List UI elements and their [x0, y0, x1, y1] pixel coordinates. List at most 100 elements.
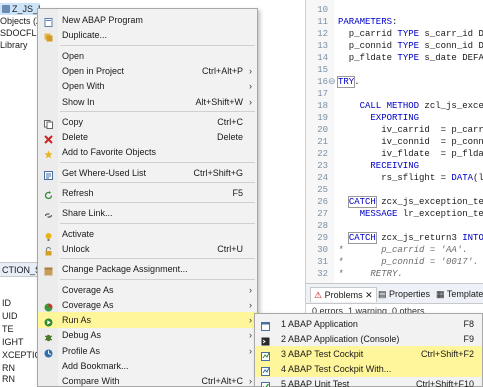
menu-item-coverage-as[interactable]: Coverage As › [38, 282, 257, 298]
code-line[interactable]: 17 [306, 88, 483, 100]
menu-item-open-in-project[interactable]: Open in Project Ctrl+Alt+P › [38, 63, 257, 79]
code-line[interactable]: 30 * p_carrid = 'AA'. [306, 244, 483, 256]
profile-icon [44, 347, 53, 358]
code-line[interactable]: 32 * RETRY. [306, 268, 483, 280]
submenu-arrow-icon: › [249, 299, 252, 310]
menu-item-run-as[interactable]: Run As › [38, 312, 257, 329]
outline-item[interactable]: IGHT [2, 336, 24, 349]
atc-icon [261, 350, 270, 361]
code-line[interactable]: 31 * p_connid = '0017'. [306, 256, 483, 268]
close-icon[interactable]: ✕ [365, 290, 373, 300]
menu-item-coverage-as[interactable]: Coverage As › [38, 297, 257, 313]
submenu-item-label: 4 ABAP Test Cockpit With... [281, 364, 392, 374]
code-line[interactable]: 21 iv_connid = p_conn [306, 136, 483, 148]
menu-item-new-abap-program[interactable]: New ABAP Program [38, 12, 257, 28]
code-text: TRY. [336, 76, 360, 88]
submenu-item-4-abap-test-cockpit-with[interactable]: 4 ABAP Test Cockpit With... [255, 361, 482, 377]
code-text: CATCH zcx_js_exception_te [347, 196, 483, 208]
code-text: * p_carrid = 'AA'. [338, 245, 468, 255]
line-number: 11 [317, 17, 328, 27]
code-line[interactable]: 23 RECEIVING [306, 160, 483, 172]
tree-item-objects[interactable]: Objects (Z_JS... [0, 15, 40, 27]
code-line[interactable]: 15 [306, 64, 483, 76]
code-line[interactable]: 29 CATCH zcx_js_return3 INTO [306, 232, 483, 244]
code-line[interactable]: 27 MESSAGE lr_exception_te [306, 208, 483, 220]
outline-item[interactable]: ID [2, 297, 11, 310]
menu-item-shortcut: Ctrl+Alt+P [201, 65, 243, 76]
outline-tab[interactable]: CTION_SFLI [0, 263, 40, 277]
project-tree: Z_JS_EXCEPTION_SFLIGHT - Program Z_JS_EX… [0, 0, 40, 262]
menu-item-refresh[interactable]: Refresh F5 [38, 185, 257, 201]
submenu-item-2-abap-application-console[interactable]: 2 ABAP Application (Console) F9 [255, 331, 482, 347]
code-text: * p_connid = '0017'. [338, 257, 479, 267]
code-line[interactable]: 22 iv_fldate = p_flda [306, 148, 483, 160]
menu-item-label: Unlock [62, 243, 90, 254]
submenu-item-3-abap-test-cockpit[interactable]: 3 ABAP Test Cockpit Ctrl+Shift+F2 [255, 346, 482, 362]
tree-item-program[interactable]: Z_JS_EXCEPTION_SFLIGHT - Program Z_JS_EX… [0, 3, 40, 15]
outline-item[interactable]: TE [2, 323, 14, 336]
menu-separator [60, 202, 255, 204]
code-line[interactable]: 24 rs_sflight = DATA(l [306, 172, 483, 184]
code-line[interactable]: 28 [306, 220, 483, 232]
code-line[interactable]: 25 [306, 184, 483, 196]
menu-item-compare-with[interactable]: Compare With Ctrl+Alt+C › [38, 373, 257, 387]
console-icon [261, 335, 270, 346]
code-line[interactable]: 20 iv_carrid = p_carr [306, 124, 483, 136]
code-text: rs_sflight = DATA(l [338, 173, 483, 183]
code-line[interactable]: 26 CATCH zcx_js_exception_te [306, 196, 483, 208]
menu-item-show-in[interactable]: Show In Alt+Shift+W › [38, 94, 257, 110]
line-number: 18 [317, 101, 328, 111]
menu-item-label: Profile As [62, 345, 101, 356]
menu-item-activate[interactable]: Activate [38, 226, 257, 242]
menu-item-get-where-used-list[interactable]: Get Where-Used List Ctrl+Shift+G [38, 165, 257, 181]
tree-item-sdocflfn[interactable]: SDOCFLFN [0, 27, 40, 39]
tab-templates[interactable]: ▦ Template [436, 287, 483, 302]
line-number: 16 [317, 77, 328, 87]
submenu-item-5-abap-unit-test[interactable]: 5 ABAP Unit Test Ctrl+Shift+F10 [255, 376, 482, 387]
submenu-item-label: 5 ABAP Unit Test [281, 379, 350, 387]
menu-item-add-to-favorite-objects[interactable]: Add to Favorite Objects [38, 144, 257, 160]
delete-icon [44, 133, 53, 144]
outline-item[interactable]: RN [2, 373, 15, 386]
tab-problems[interactable]: ⚠ Problems ✕ [310, 287, 377, 302]
menu-item-duplicate[interactable]: Duplicate... [38, 27, 257, 43]
menu-item-shortcut: Alt+Shift+W [195, 96, 243, 107]
code-line[interactable]: 10 [306, 4, 483, 16]
menu-item-shortcut: Ctrl+Alt+C [201, 376, 243, 387]
code-line[interactable]: 12 p_carrid TYPE s_carr_id D [306, 28, 483, 40]
code-line[interactable]: 16 ⊖ TRY. [306, 76, 483, 88]
outline-item[interactable]: UID [2, 310, 18, 323]
menu-item-debug-as[interactable]: Debug As › [38, 327, 257, 343]
menu-item-profile-as[interactable]: Profile As › [38, 343, 257, 359]
menu-item-open-with[interactable]: Open With › [38, 78, 257, 94]
menu-item-open[interactable]: Open [38, 48, 257, 64]
menu-item-shortcut: Delete [216, 132, 243, 143]
line-number: 10 [317, 5, 328, 15]
menu-item-share-link[interactable]: Share Link... [38, 205, 257, 221]
code-line[interactable]: 13 p_connid TYPE s_conn_id D [306, 40, 483, 52]
code-line[interactable]: 11 PARAMETERS: [306, 16, 483, 28]
tree-item-library[interactable]: Library [0, 39, 28, 51]
menu-item-copy[interactable]: Copy Ctrl+C [38, 114, 257, 130]
submenu-item-shortcut: F9 [463, 334, 474, 344]
context-menu: New ABAP Program Duplicate... Open Open in … [37, 8, 258, 387]
code-editor[interactable]: 10 11 PARAMETERS: 12 p_carrid TYPE s_carr_i… [305, 0, 483, 283]
menu-item-unlock[interactable]: Unlock Ctrl+U [38, 241, 257, 257]
menu-item-delete[interactable]: Delete Delete [38, 129, 257, 145]
code-line[interactable]: 14 p_fldate TYPE s_date DEFA [306, 52, 483, 64]
menu-item-shortcut: F5 [232, 188, 243, 198]
problems-icon: ⚠ [314, 290, 323, 300]
outline-item[interactable]: XCEPTION_TEST [2, 349, 40, 362]
code-text: p_connid TYPE s_conn_id D [338, 41, 483, 51]
menu-item-add-bookmark[interactable]: Add Bookmark... [38, 358, 257, 374]
menu-item-label: Open in Project [62, 65, 125, 76]
submenu-item-1-abap-application[interactable]: 1 ABAP Application F8 [255, 316, 482, 332]
menu-item-label: Run As [62, 315, 92, 326]
tab-properties[interactable]: ▤ Properties [378, 287, 430, 302]
code-text: iv_carrid = p_carr [338, 125, 483, 135]
code-line[interactable]: 18 CALL METHOD zcl_js_exce [306, 100, 483, 112]
code-line[interactable]: 19 EXPORTING [306, 112, 483, 124]
menu-item-change-package-assignment[interactable]: Change Package Assignment... [38, 261, 257, 277]
menu-item-label: Copy [62, 116, 84, 127]
fold-toggle-icon[interactable]: ⊖ [328, 76, 336, 88]
